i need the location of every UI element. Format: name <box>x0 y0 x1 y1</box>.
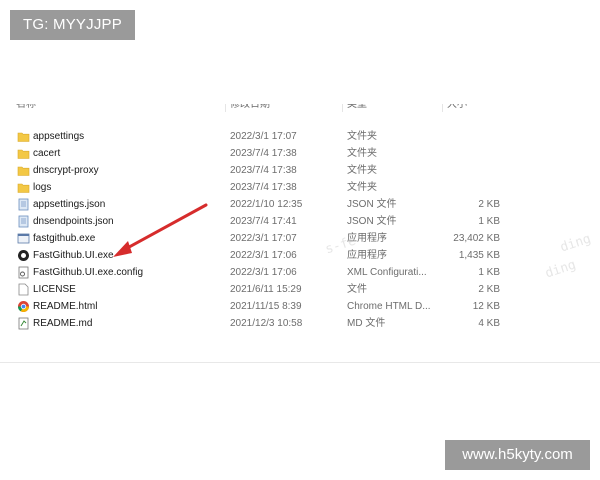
file-row[interactable]: README.html 2021/11/15 8:39 Chrome HTML D.… <box>0 298 600 315</box>
file-name: FastGithub.UI.exe <box>33 250 114 261</box>
file-size: 4 KB <box>478 318 500 329</box>
file-date: 2023/7/4 17:38 <box>230 182 297 193</box>
file-row[interactable]: FastGithub.UI.exe 2022/3/1 17:06 应用程序 1,435… <box>0 247 600 264</box>
folder-icon <box>17 130 30 143</box>
file-size: 2 KB <box>478 284 500 295</box>
file-date: 2023/7/4 17:38 <box>230 165 297 176</box>
file-explorer-list: 名称 修改日期 类型 大小 appsettings 2022/3/1 17:07 文… <box>0 104 600 363</box>
file-row[interactable]: cacert 2023/7/4 17:38 文件夹 <box>0 145 600 162</box>
file-type: 应用程序 <box>347 233 387 244</box>
column-header-type[interactable]: 类型 <box>342 104 437 112</box>
file-name: FastGithub.UI.exe.config <box>33 267 144 278</box>
config-file-icon <box>17 266 30 279</box>
file-date: 2021/6/11 15:29 <box>230 284 302 295</box>
file-row[interactable]: FastGithub.UI.exe.config 2022/3/1 17:06 XM… <box>0 264 600 281</box>
file-date: 2023/7/4 17:38 <box>230 148 297 159</box>
folder-icon <box>17 147 30 160</box>
column-header-size[interactable]: 大小 <box>442 104 517 112</box>
folder-icon <box>17 181 30 194</box>
file-name: dnscrypt-proxy <box>33 165 99 176</box>
folder-icon <box>17 164 30 177</box>
file-name: README.md <box>33 318 93 329</box>
file-size: 1 KB <box>478 267 500 278</box>
column-header-name[interactable]: 名称 <box>12 104 216 112</box>
file-rows: appsettings 2022/3/1 17:07 文件夹 cacert 2023/7… <box>0 128 600 332</box>
file-size: 1 KB <box>478 216 500 227</box>
file-size: 1,435 KB <box>458 250 500 261</box>
file-date: 2022/1/10 12:35 <box>230 199 303 210</box>
file-size: 23,402 KB <box>453 233 500 244</box>
file-type: 文件夹 <box>347 131 377 142</box>
file-type: JSON 文件 <box>347 199 397 210</box>
file-row[interactable]: appsettings 2022/3/1 17:07 文件夹 <box>0 128 600 145</box>
file-date: 2021/12/3 10:58 <box>230 318 303 329</box>
file-type: 文件夹 <box>347 165 377 176</box>
file-icon <box>17 283 30 296</box>
file-row[interactable]: dnscrypt-proxy 2023/7/4 17:38 文件夹 <box>0 162 600 179</box>
file-type: MD 文件 <box>347 318 386 329</box>
file-type: 文件夹 <box>347 182 377 193</box>
file-name: dnsendpoints.json <box>33 216 114 227</box>
file-name: fastgithub.exe <box>33 233 96 244</box>
file-name: logs <box>33 182 52 193</box>
file-size: 2 KB <box>478 199 500 210</box>
json-file-icon <box>17 198 30 211</box>
column-header-date[interactable]: 修改日期 <box>225 104 340 112</box>
file-name: LICENSE <box>33 284 76 295</box>
file-type: JSON 文件 <box>347 216 397 227</box>
fastgithub-ui-icon <box>17 249 30 262</box>
file-name: cacert <box>33 148 61 159</box>
file-date: 2022/3/1 17:07 <box>230 233 297 244</box>
exe-icon <box>17 232 30 245</box>
file-name: appsettings.json <box>33 199 106 210</box>
file-row[interactable]: README.md 2021/12/3 10:58 MD 文件 4 KB <box>0 315 600 332</box>
file-type: XML Configurati... <box>347 267 427 278</box>
file-row[interactable]: dnsendpoints.json 2023/7/4 17:41 JSON 文件 1 … <box>0 213 600 230</box>
file-type: 文件 <box>347 284 367 295</box>
md-file-icon <box>17 317 30 330</box>
file-date: 2022/3/1 17:07 <box>230 131 297 142</box>
file-row[interactable]: appsettings.json 2022/1/10 12:35 JSON 文件 2 … <box>0 196 600 213</box>
file-row[interactable]: LICENSE 2021/6/11 15:29 文件 2 KB <box>0 281 600 298</box>
file-size: 12 KB <box>472 301 500 312</box>
file-row[interactable]: fastgithub.exe 2022/3/1 17:07 应用程序 23,402 K… <box>0 230 600 247</box>
file-date: 2021/11/15 8:39 <box>230 301 302 312</box>
file-date: 2023/7/4 17:41 <box>230 216 297 227</box>
file-name: README.html <box>33 301 98 312</box>
telegram-tag-overlay: TG: MYYJJPP <box>10 10 135 40</box>
column-header-row: 名称 修改日期 类型 大小 <box>0 104 600 118</box>
json-file-icon <box>17 215 30 228</box>
file-type: 文件夹 <box>347 148 377 159</box>
file-type: 应用程序 <box>347 250 387 261</box>
file-date: 2022/3/1 17:06 <box>230 267 297 278</box>
site-url-tag: www.h5kyty.com <box>445 440 590 470</box>
file-type: Chrome HTML D... <box>347 301 431 312</box>
file-row[interactable]: logs 2023/7/4 17:38 文件夹 <box>0 179 600 196</box>
chrome-icon <box>17 300 30 313</box>
file-name: appsettings <box>33 131 85 142</box>
file-date: 2022/3/1 17:06 <box>230 250 297 261</box>
